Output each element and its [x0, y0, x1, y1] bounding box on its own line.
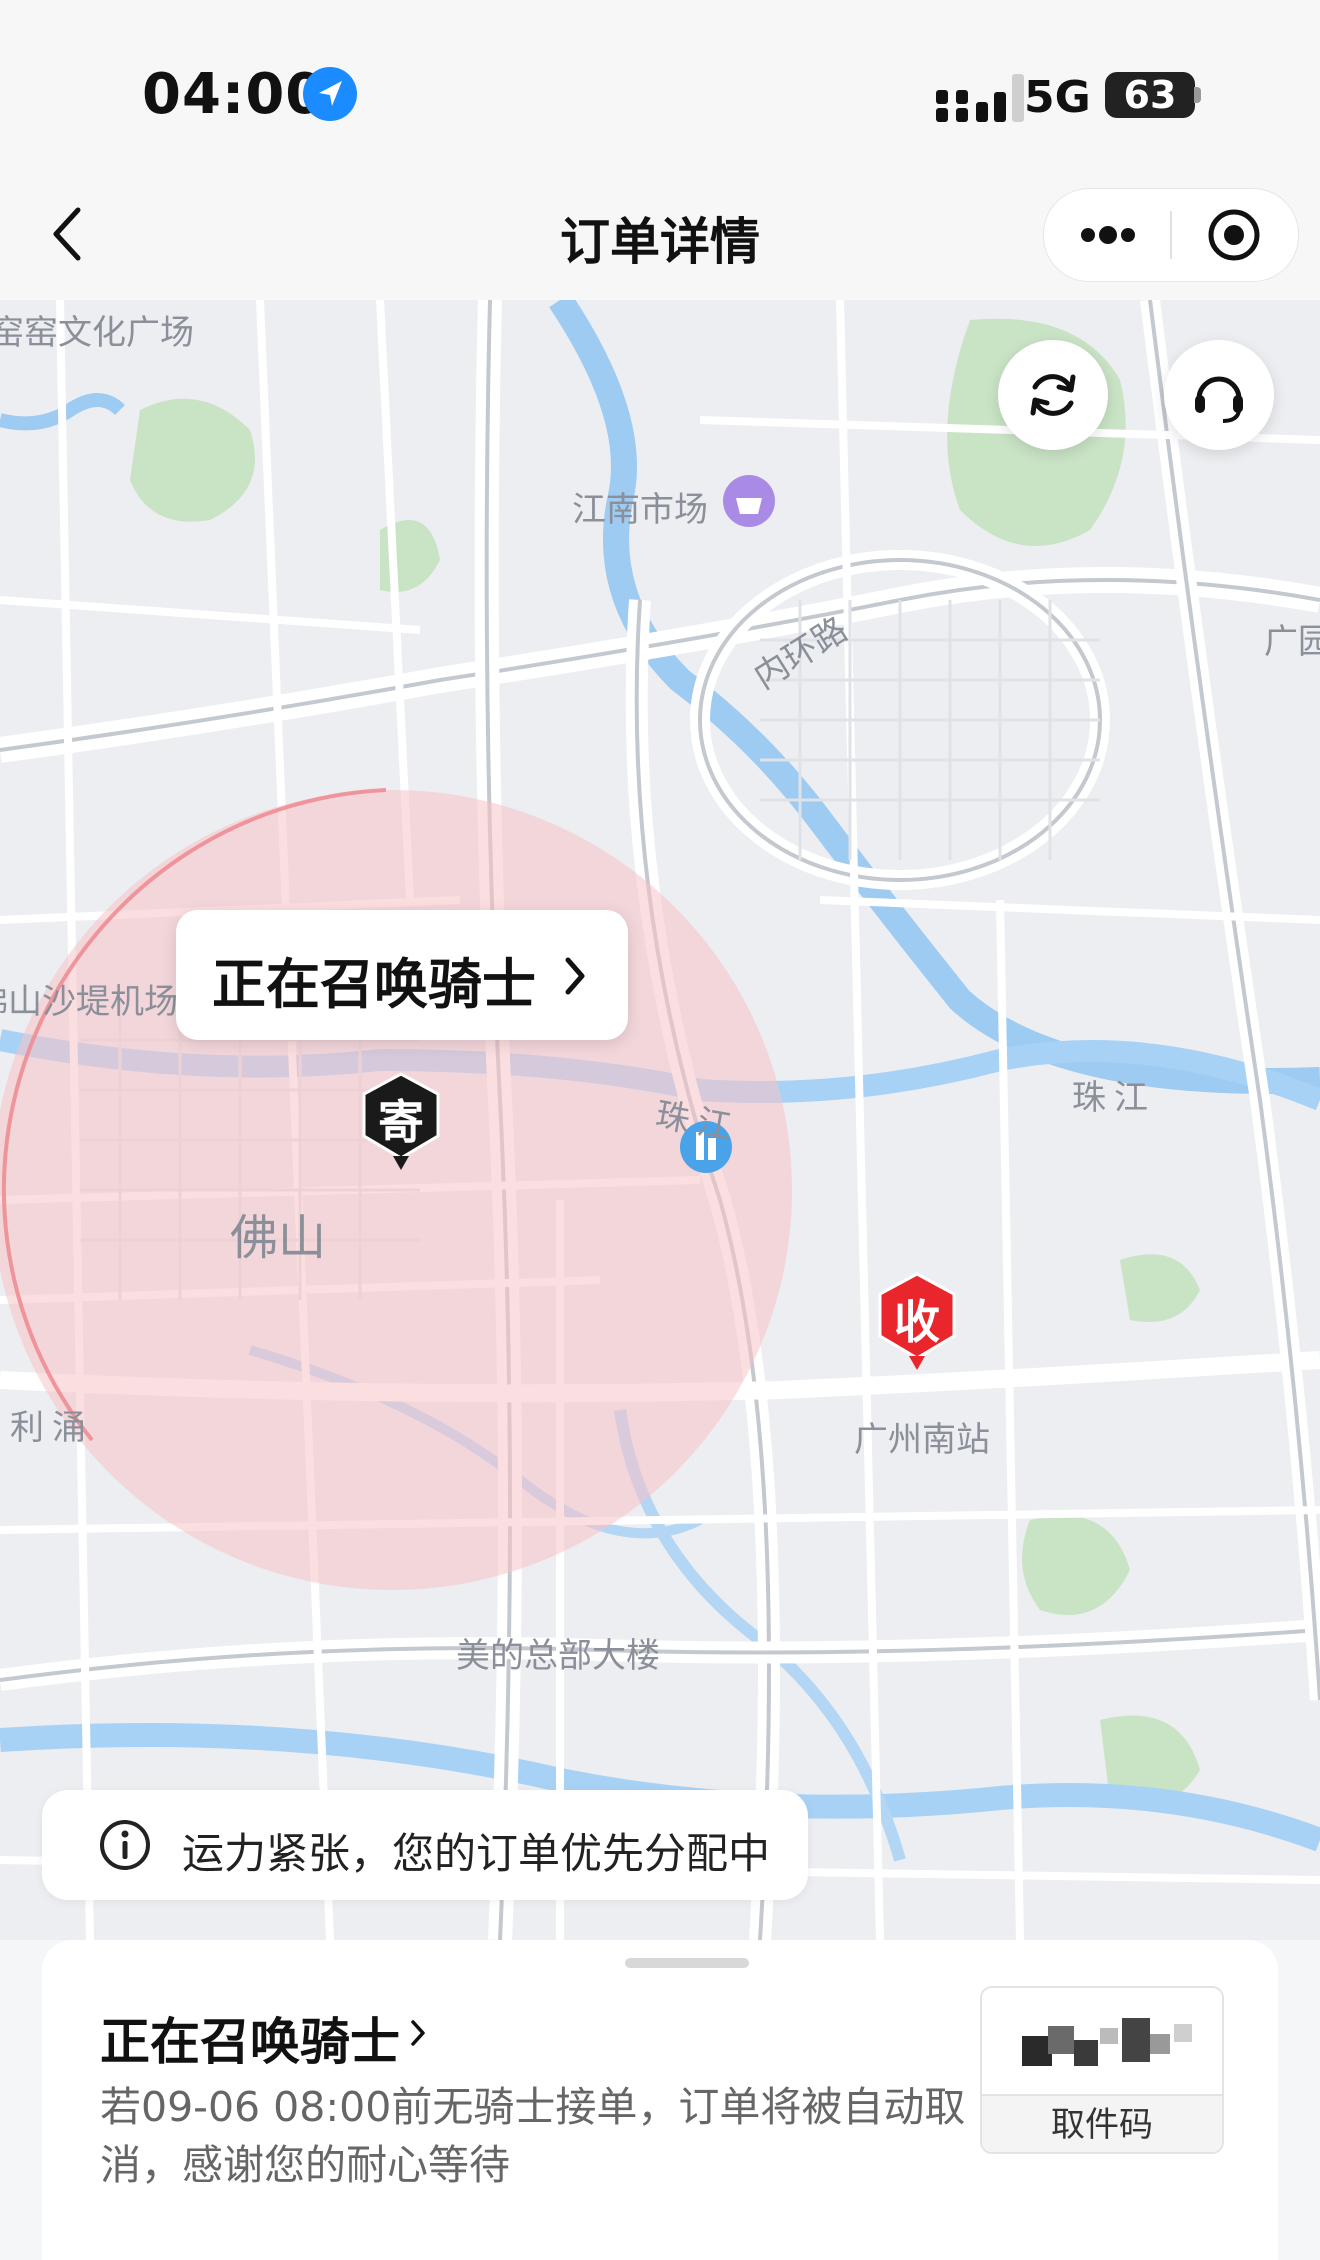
- map-label-guangzhou-south-station: 广州南站: [854, 1420, 990, 1460]
- notice-text: 运力紧张，您的订单优先分配中: [182, 1829, 771, 1878]
- sender-pin-label: 寄: [378, 1095, 424, 1149]
- customer-service-button[interactable]: [1164, 340, 1274, 450]
- map-label-jiangnan-market: 江南市场: [572, 490, 708, 530]
- refresh-icon: [1030, 374, 1076, 416]
- close-target-icon[interactable]: [1206, 207, 1262, 263]
- summoning-rider-bubble[interactable]: 正在召唤骑士: [176, 910, 628, 1040]
- map-label-airport: 佛山沙堤机场: [0, 982, 178, 1022]
- order-status-card: 正在召唤骑士 若09-06 08:00前无骑士接单，订单将被自动取消，感谢您的耐…: [42, 1940, 1278, 2260]
- order-status-description: 若09-06 08:00前无骑士接单，订单将被自动取消，感谢您的耐心等待: [100, 2083, 966, 2189]
- receiver-pin-label: 收: [894, 1295, 940, 1349]
- info-icon: [100, 1820, 150, 1870]
- drag-handle[interactable]: [625, 1958, 749, 1968]
- signal-icon: [936, 74, 1024, 122]
- map-label-pearl-river-east: 珠江: [1072, 1078, 1156, 1118]
- pickup-code-box[interactable]: 取件码: [980, 1986, 1224, 2154]
- network-type: 5G: [1024, 72, 1091, 123]
- map-view[interactable]: 窑窑文化广场 江南市场 内环路 广园 佛山沙堤机场 珠江 珠江 佛山 利涌 广州…: [0, 300, 1320, 1940]
- headset-icon: [1195, 376, 1243, 423]
- order-status-title[interactable]: 正在召唤骑士: [100, 2002, 400, 2074]
- location-arrow-icon: [303, 67, 357, 121]
- battery-level: 63: [1123, 73, 1177, 117]
- map-label-guangyuan: 广园: [1264, 622, 1320, 662]
- pickup-code-label: 取件码: [982, 2094, 1222, 2152]
- nav-bar: 订单详情: [0, 180, 1320, 300]
- mini-program-capsule: [1043, 188, 1299, 282]
- status-bar: 04:00 5G 63: [0, 0, 1320, 180]
- chevron-right-icon: [565, 957, 585, 995]
- bubble-text: 正在召唤骑士: [212, 953, 536, 1016]
- map-label-foshan: 佛山: [230, 1210, 327, 1266]
- map-label-liyong: 利涌: [10, 1408, 94, 1448]
- pickup-code-redacted-image: [982, 1988, 1222, 2094]
- sender-pin[interactable]: 寄: [358, 1070, 444, 1174]
- capacity-notice: 运力紧张，您的订单优先分配中: [42, 1790, 808, 1900]
- capsule-divider: [1170, 211, 1172, 259]
- more-dots-icon[interactable]: [1078, 213, 1138, 257]
- map-label-kiln-plaza: 窑窑文化广场: [0, 313, 194, 353]
- status-time: 04:00: [142, 62, 326, 127]
- map-label-midea-hq: 美的总部大楼: [456, 1636, 660, 1676]
- battery-tip: [1194, 87, 1201, 103]
- receiver-pin[interactable]: 收: [874, 1270, 960, 1374]
- chevron-right-icon: [411, 2020, 425, 2046]
- refresh-button[interactable]: [998, 340, 1108, 450]
